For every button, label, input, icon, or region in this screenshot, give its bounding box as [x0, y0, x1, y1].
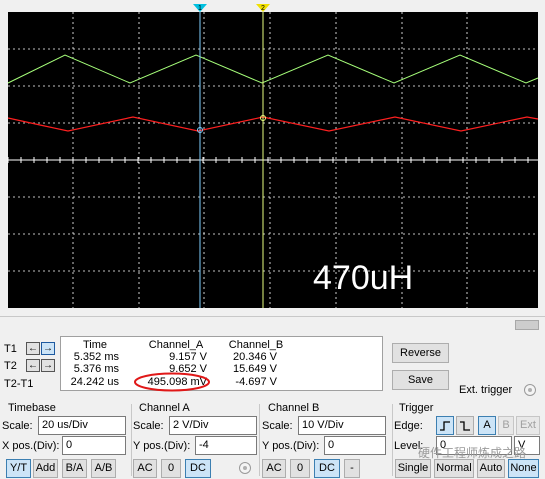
arrow-right-icon: →: [43, 360, 53, 371]
timebase-mode-ba-button[interactable]: B/A: [62, 459, 87, 478]
channel-b-zero-button[interactable]: 0: [290, 459, 310, 478]
trigger-normal-button[interactable]: Normal: [434, 459, 474, 478]
arrow-left-icon: ←: [28, 360, 38, 371]
row3-channel-b: -4.697 V: [235, 376, 277, 388]
watermark-text: 硬件工程师炼成之路: [418, 446, 527, 460]
inductance-annotation: 470uH: [313, 259, 413, 297]
t1-right-arrow-button[interactable]: →: [41, 342, 55, 355]
channel-a-ypos-label: Y pos.(Div):: [133, 440, 191, 452]
ext-trigger-terminal[interactable]: [524, 384, 536, 396]
divider: [259, 404, 260, 476]
t1-left-arrow-button[interactable]: ←: [26, 342, 40, 355]
timebase-mode-add-button[interactable]: Add: [33, 459, 58, 478]
timebase-mode-yt-button[interactable]: Y/T: [6, 459, 31, 478]
arrow-right-icon: →: [43, 343, 53, 354]
channel-b-title: Channel B: [268, 402, 320, 414]
channel-b-ac-button[interactable]: AC: [262, 459, 286, 478]
channel-b-scale-field[interactable]: 10 V/Div: [298, 416, 386, 435]
scope-screen: 1 2 470uH: [7, 4, 539, 308]
channel-a-dc-button[interactable]: DC: [185, 459, 211, 478]
timebase-xpos-field[interactable]: 0: [62, 436, 126, 455]
t2-left-arrow-button[interactable]: ←: [26, 359, 40, 372]
row1-channel-a: 9.157 V: [169, 351, 207, 363]
row3-time: 24.242 us: [70, 376, 119, 388]
save-button[interactable]: Save: [392, 370, 449, 390]
divider: [131, 404, 132, 476]
row1-time: 5.352 ms: [73, 351, 119, 363]
channel-b-minus-button[interactable]: -: [344, 459, 360, 478]
falling-edge-icon: [460, 421, 470, 431]
t2-right-arrow-button[interactable]: →: [41, 359, 55, 372]
header-channel-b: Channel_B: [228, 339, 284, 351]
channel-a-scale-field[interactable]: 2 V/Div: [169, 416, 257, 435]
channel-a-title: Channel A: [139, 402, 190, 414]
timebase-scale-field[interactable]: 20 us/Div: [38, 416, 126, 435]
header-channel-a: Channel_A: [148, 339, 204, 351]
scrollbar-thumb[interactable]: [515, 320, 539, 330]
channel-a-terminal[interactable]: [239, 462, 251, 474]
trigger-none-button[interactable]: None: [508, 459, 539, 478]
trigger-falling-edge-button[interactable]: [456, 416, 474, 435]
divider: [392, 404, 393, 476]
rising-edge-icon: [440, 421, 450, 431]
trigger-source-b-button[interactable]: B: [498, 416, 514, 435]
channel-b-ypos-field[interactable]: 0: [324, 436, 386, 455]
channel-b-ypos-label: Y pos.(Div):: [262, 440, 320, 452]
trigger-source-ext-button[interactable]: Ext: [516, 416, 540, 435]
trigger-panel: Trigger Edge: A B Ext Level: 0 V Single …: [394, 400, 545, 479]
timebase-scale-label: Scale:: [2, 420, 33, 432]
trigger-auto-button[interactable]: Auto: [477, 459, 505, 478]
timebase-panel: Timebase Scale: 20 us/Div X pos.(Div): 0…: [0, 400, 130, 479]
channel-b-scale-label: Scale:: [262, 420, 293, 432]
trigger-single-button[interactable]: Single: [395, 459, 431, 478]
row2-channel-b: 15.649 V: [232, 363, 277, 375]
channel-a-zero-button[interactable]: 0: [161, 459, 181, 478]
oscilloscope-display: 1 2 470uH: [0, 0, 545, 314]
row1-channel-b: 20.346 V: [232, 351, 277, 363]
cursor-1-handle-label: 1: [198, 5, 202, 12]
measurement-readout: Time Channel_A Channel_B 5.352 ms 9.157 …: [60, 336, 383, 392]
ext-trigger-label: Ext. trigger: [459, 384, 513, 396]
timebase-xpos-label: X pos.(Div):: [2, 440, 60, 452]
arrow-left-icon: ←: [28, 343, 38, 354]
channel-b-dc-button[interactable]: DC: [314, 459, 340, 478]
channel-a-ac-button[interactable]: AC: [133, 459, 157, 478]
channel-a-scale-label: Scale:: [133, 420, 164, 432]
cursor-2-handle-label: 2: [261, 5, 265, 12]
t2-label: T2: [4, 360, 17, 372]
t2-t1-label: T2-T1: [4, 378, 34, 390]
header-time: Time: [82, 339, 108, 351]
trigger-edge-label: Edge:: [394, 420, 423, 432]
trigger-rising-edge-button[interactable]: [436, 416, 454, 435]
trigger-source-a-button[interactable]: A: [478, 416, 496, 435]
reverse-button[interactable]: Reverse: [392, 343, 449, 363]
timebase-title: Timebase: [8, 402, 56, 414]
channel-b-panel: Channel B Scale: 10 V/Div Y pos.(Div): 0…: [262, 400, 390, 479]
channel-a-panel: Channel A Scale: 2 V/Div Y pos.(Div): -4…: [133, 400, 258, 479]
timebase-mode-ab-button[interactable]: A/B: [91, 459, 116, 478]
highlight-ellipse: [134, 372, 210, 392]
t1-label: T1: [4, 343, 17, 355]
trigger-title: Trigger: [399, 402, 434, 414]
horizontal-scrollbar[interactable]: [0, 316, 545, 332]
channel-a-ypos-field[interactable]: -4: [195, 436, 257, 455]
row2-time: 5.376 ms: [73, 363, 119, 375]
